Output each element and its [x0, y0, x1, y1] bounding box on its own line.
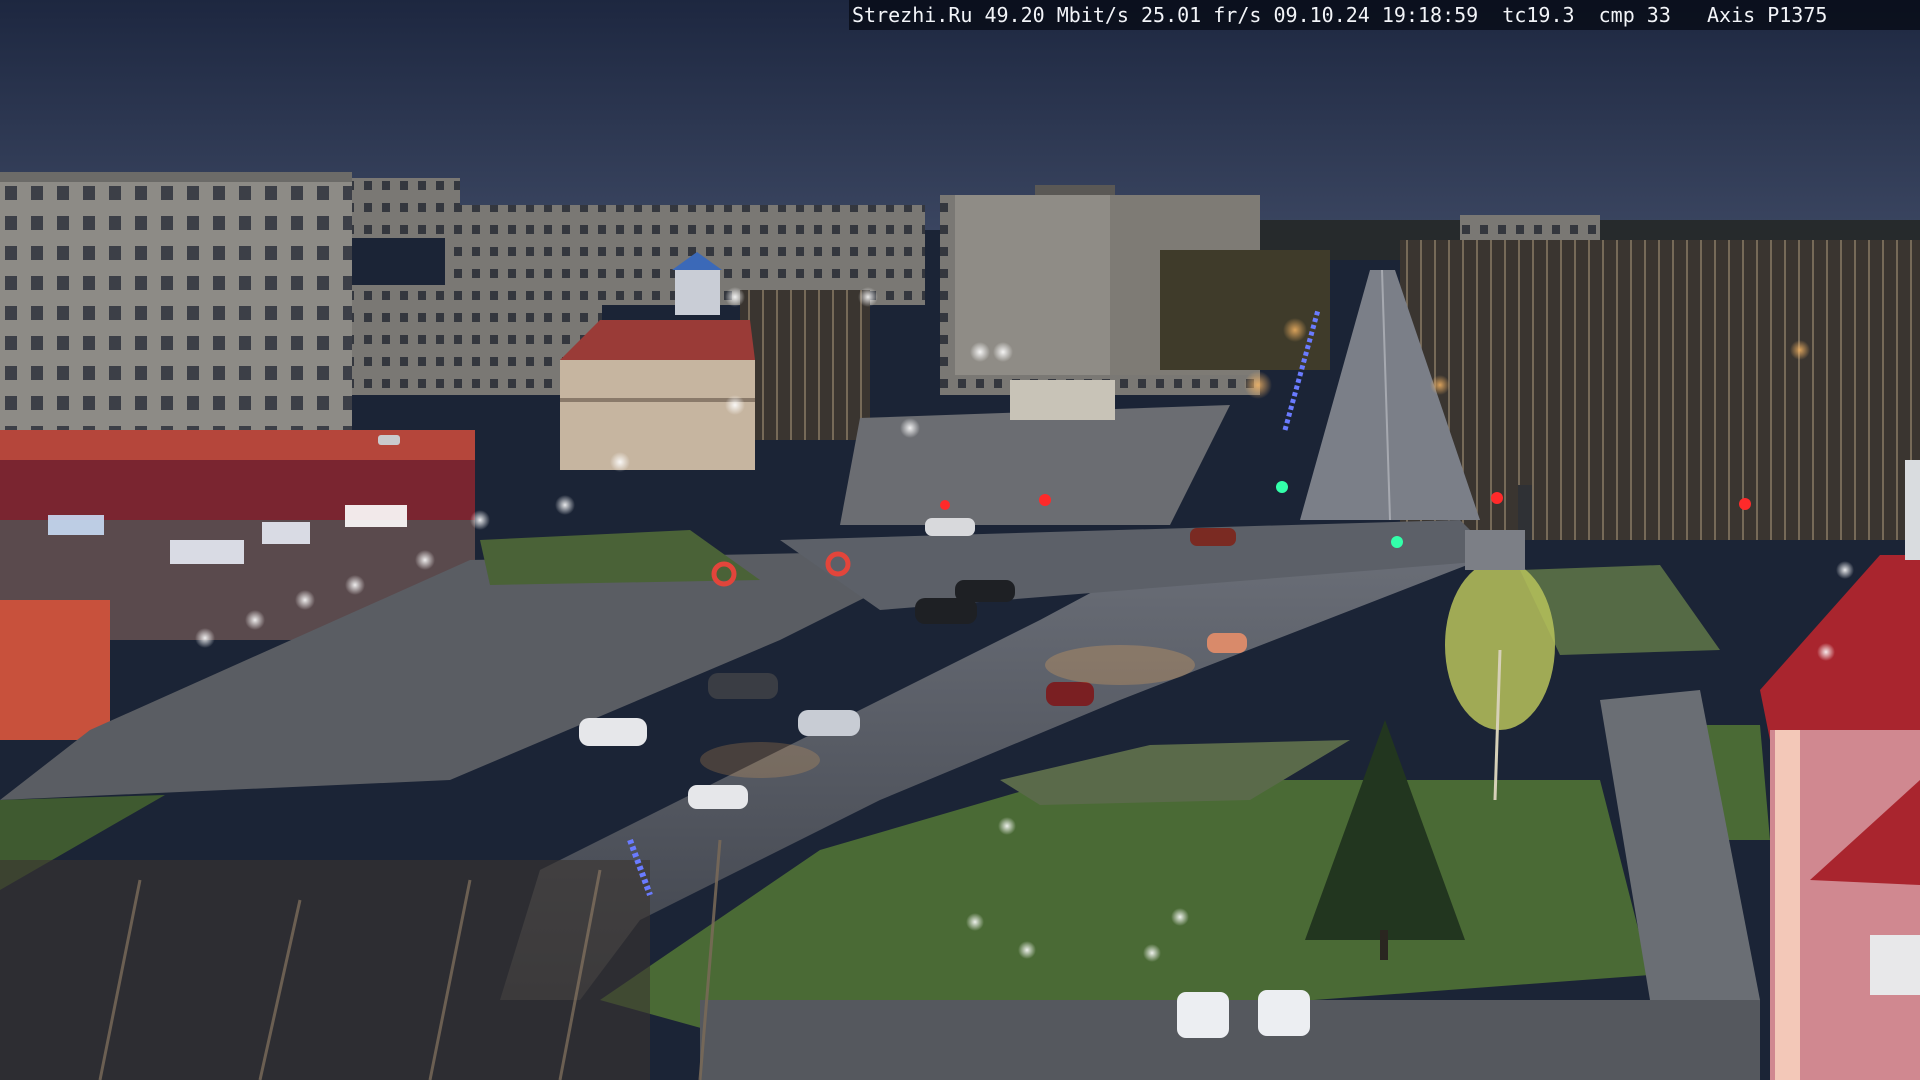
car — [688, 785, 748, 809]
central-plaza — [840, 405, 1230, 525]
webcam-scene — [0, 0, 1920, 1080]
overlay-bitrate: 49.20 Mbit/s — [984, 3, 1129, 27]
car — [955, 580, 1015, 602]
red-roof-building — [560, 320, 755, 470]
headlight-glow — [700, 742, 820, 778]
car — [1207, 633, 1247, 653]
car — [579, 718, 647, 746]
headlight-glow — [1045, 645, 1195, 685]
foreground-bare-trees — [0, 839, 722, 1080]
overlay-date: 09.10.24 — [1273, 3, 1370, 27]
tree-cluster-center — [740, 290, 870, 440]
car — [925, 518, 975, 536]
car — [1177, 992, 1229, 1038]
car — [798, 710, 860, 736]
parking-lot-bottom — [700, 1000, 1760, 1080]
overlay-framerate: 25.01 fr/s — [1141, 3, 1262, 27]
car — [378, 435, 400, 445]
overlay-tc: tc19.3 — [1502, 3, 1575, 27]
car — [708, 673, 778, 699]
birch-forest-right — [1400, 240, 1920, 540]
camera-info-overlay: Strezhi.Ru 49.20 Mbit/s 25.01 fr/s 09.10… — [849, 0, 1920, 30]
overlay-site: Strezhi.Ru — [852, 3, 973, 27]
car — [1046, 682, 1094, 706]
car — [1258, 990, 1310, 1036]
overlay-time: 19:18:59 — [1381, 3, 1479, 27]
monument-pedestal — [1465, 530, 1525, 570]
red-tower-building — [1760, 460, 1920, 1080]
grass-lawn-center — [480, 530, 760, 585]
overlay-camera: Axis P1375 — [1707, 3, 1828, 27]
lit-birch-tree — [1445, 560, 1555, 730]
car — [1190, 528, 1236, 546]
overlay-cmp: cmp 33 — [1598, 3, 1671, 27]
pavilion-building — [1010, 380, 1115, 420]
